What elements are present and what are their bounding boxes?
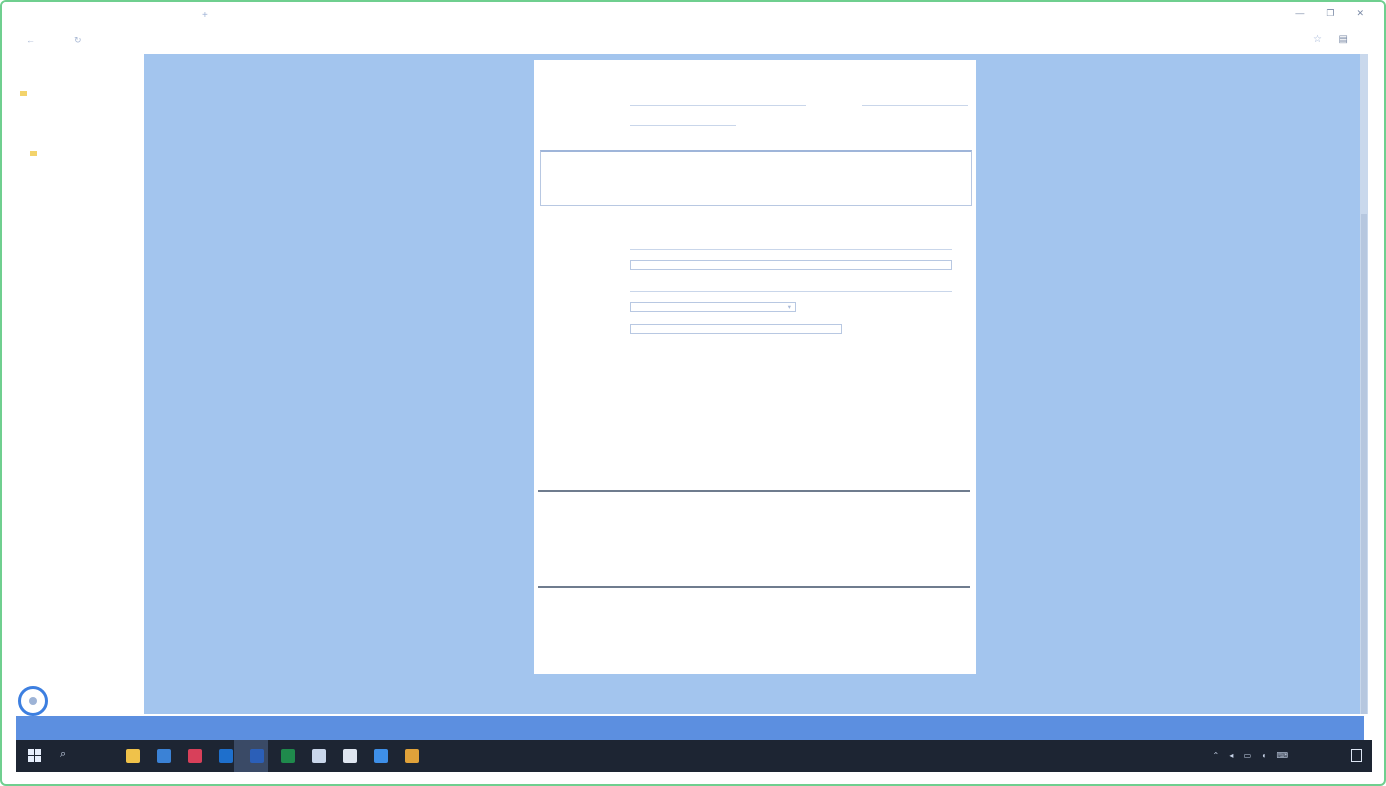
sidebar-folder[interactable] bbox=[30, 150, 40, 157]
browser-tabbar: + — ❐ ✕ bbox=[2, 2, 1384, 30]
title-input[interactable] bbox=[630, 96, 806, 106]
dept-input[interactable] bbox=[862, 96, 968, 106]
screen-frame: + — ❐ ✕ ← ↻ ☆ ▤ ▾ ⌕ ⌃ ◂ ▭ ◖ ⌨ bbox=[0, 0, 1386, 786]
scrollbar[interactable] bbox=[1360, 54, 1368, 714]
extra-input[interactable] bbox=[630, 324, 842, 334]
chevron-down-icon: ▾ bbox=[787, 304, 791, 311]
description-textarea[interactable] bbox=[540, 150, 972, 206]
back-arrow-icon[interactable]: ← bbox=[26, 35, 35, 45]
minimize-button[interactable]: — bbox=[1295, 8, 1304, 19]
search-icon[interactable]: ⌕ bbox=[60, 748, 66, 761]
scrollbar-thumb[interactable] bbox=[1361, 214, 1367, 714]
amount-input[interactable] bbox=[630, 116, 736, 126]
sidebar bbox=[16, 54, 144, 714]
excel-icon[interactable] bbox=[281, 749, 295, 763]
star-icon[interactable]: ☆ bbox=[1313, 34, 1322, 45]
word-icon[interactable] bbox=[250, 749, 264, 763]
footer-bar bbox=[16, 716, 1364, 740]
notification-icon[interactable] bbox=[1351, 749, 1362, 762]
address-line3-input[interactable] bbox=[630, 282, 952, 292]
section-divider bbox=[538, 586, 970, 588]
refresh-icon[interactable]: ↻ bbox=[74, 35, 82, 46]
remote-icon[interactable] bbox=[374, 749, 388, 763]
start-icon[interactable] bbox=[28, 749, 41, 762]
new-tab-button[interactable]: + bbox=[202, 10, 208, 21]
browser-addressbar: ← ↻ ☆ ▤ bbox=[2, 30, 1384, 52]
system-tray-icons[interactable]: ⌃ ◂ ▭ ◖ ⌨ bbox=[1212, 751, 1292, 760]
chrome-icon[interactable] bbox=[405, 749, 419, 763]
outlook-icon[interactable] bbox=[219, 749, 233, 763]
calendar-icon[interactable] bbox=[188, 749, 202, 763]
file-explorer-icon[interactable] bbox=[126, 749, 140, 763]
section-divider bbox=[538, 490, 970, 492]
address-line1-input[interactable] bbox=[630, 240, 952, 250]
form-page: ▾ bbox=[534, 60, 976, 674]
folder-icon bbox=[20, 90, 27, 96]
assistant-icon[interactable] bbox=[18, 686, 48, 716]
close-button[interactable]: ✕ bbox=[1356, 8, 1364, 19]
unit-select[interactable]: ▾ bbox=[630, 302, 796, 312]
window-controls: — ❐ ✕ bbox=[1295, 8, 1364, 19]
maximize-button[interactable]: ❐ bbox=[1326, 8, 1334, 19]
address-line2-input[interactable] bbox=[630, 260, 952, 270]
sidebar-folder[interactable] bbox=[20, 90, 30, 97]
photos-icon[interactable] bbox=[312, 749, 326, 763]
store-icon[interactable] bbox=[157, 749, 171, 763]
calculator-icon[interactable] bbox=[343, 749, 357, 763]
extensions-icon[interactable]: ▤ bbox=[1339, 34, 1348, 45]
taskbar: ⌕ ⌃ ◂ ▭ ◖ ⌨ bbox=[16, 740, 1372, 772]
folder-icon bbox=[30, 150, 37, 156]
